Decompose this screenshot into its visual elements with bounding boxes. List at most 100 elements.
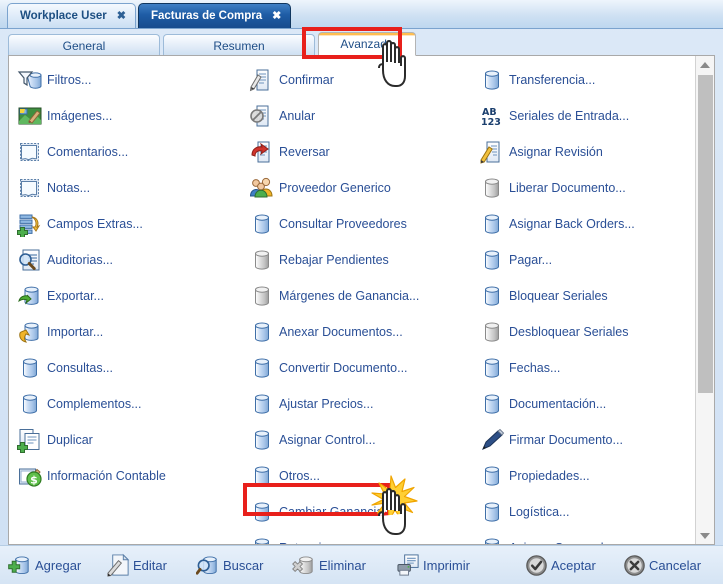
window-tab-facturas-de-compra[interactable]: Facturas de Compra ✖ [137, 3, 292, 28]
annul-doc-icon [249, 103, 275, 129]
scroll-down-arrow-icon[interactable] [696, 527, 714, 544]
scroll-up-arrow-icon[interactable] [696, 56, 714, 73]
option-item[interactable]: Consultar Proveedores [249, 206, 474, 242]
db-disabled-icon [249, 247, 275, 273]
option-item-label: Asignar Revisión [509, 145, 603, 159]
option-item[interactable]: Importar... [17, 314, 247, 350]
option-item[interactable]: Otros... [249, 458, 474, 494]
db-icon [479, 355, 505, 381]
advanced-options-panel: Filtros... Imágenes... Comentarios... Notas… [8, 55, 715, 545]
option-item[interactable]: Retenciones... [249, 530, 474, 544]
scrollbar-thumb[interactable] [698, 75, 713, 393]
option-item[interactable]: Asignar Back Orders... [479, 206, 694, 242]
tab-label: General [62, 38, 106, 53]
option-item[interactable]: Auditorias... [17, 242, 247, 278]
confirm-doc-icon [249, 67, 275, 93]
toolbar-button-editar[interactable]: Editar [106, 550, 167, 580]
option-item-label: Transferencia... [509, 73, 596, 87]
option-item[interactable]: Reversar [249, 134, 474, 170]
option-item[interactable]: Confirmar [249, 62, 474, 98]
application-window: Workplace User ✖ Facturas de Compra ✖ Ge… [0, 0, 723, 584]
option-item[interactable]: Logística... [479, 494, 694, 530]
option-item[interactable]: Proveedor Generico [249, 170, 474, 206]
window-tab-label: Workplace User [20, 10, 107, 22]
db-icon [479, 391, 505, 417]
option-item-label: Comentarios... [47, 145, 129, 159]
option-item[interactable]: Cambiar Ganancias... [249, 494, 474, 530]
option-item[interactable]: Liberar Documento... [479, 170, 694, 206]
option-item[interactable]: Filtros... [17, 62, 247, 98]
db-disabled-icon [249, 283, 275, 309]
column-1: Filtros... Imágenes... Comentarios... Notas… [17, 62, 247, 494]
toolbar-button-label: Buscar [223, 557, 264, 573]
option-item-label: Notas... [47, 181, 91, 195]
option-item[interactable]: Exportar... [17, 278, 247, 314]
option-item[interactable]: Información Contable [17, 458, 247, 494]
option-item[interactable]: Desbloquear Seriales [479, 314, 694, 350]
option-item[interactable]: Asignar Control... [249, 422, 474, 458]
option-item[interactable]: Anular [249, 98, 474, 134]
option-item[interactable]: Complementos... [17, 386, 247, 422]
option-item[interactable]: Pagar... [479, 242, 694, 278]
note-icon [17, 175, 43, 201]
option-item-label: Bloquear Seriales [509, 289, 608, 303]
db-icon [479, 499, 505, 525]
edit-doc-pencil-icon [479, 139, 505, 165]
option-item[interactable]: Bloquear Seriales [479, 278, 694, 314]
db-icon [249, 463, 275, 489]
pen-icon [479, 427, 505, 453]
option-item[interactable]: Duplicar [17, 422, 247, 458]
option-item[interactable]: Propiedades... [479, 458, 694, 494]
toolbar-button-buscar[interactable]: Buscar [196, 550, 263, 580]
option-item[interactable]: Asignar Sucursal... [479, 530, 694, 544]
tab-resumen[interactable]: Resumen [163, 34, 315, 56]
option-item[interactable]: Ajustar Precios... [249, 386, 474, 422]
option-item[interactable]: Campos Extras... [17, 206, 247, 242]
option-item-label: Consultas... [47, 361, 114, 375]
option-item[interactable]: Convertir Documento... [249, 350, 474, 386]
option-item[interactable]: Anexar Documentos... [249, 314, 474, 350]
option-item-label: Pagar... [509, 253, 553, 267]
option-item[interactable]: Rebajar Pendientes [249, 242, 474, 278]
db-add-icon [8, 553, 33, 578]
toolbar-button-eliminar[interactable]: Eliminar [292, 550, 366, 580]
db-disabled-icon [479, 319, 505, 345]
option-item[interactable]: Seriales de Entrada... [479, 98, 694, 134]
option-item[interactable]: Asignar Revisión [479, 134, 694, 170]
option-item-label: Anexar Documentos... [279, 325, 403, 339]
toolbar-button-label: Cancelar [649, 557, 702, 573]
toolbar-button-label: Aceptar [551, 557, 596, 573]
tab-label: Resumen [213, 38, 265, 53]
option-item[interactable]: Fechas... [479, 350, 694, 386]
toolbar-button-agregar[interactable]: Agregar [8, 550, 81, 580]
option-item[interactable]: Consultas... [17, 350, 247, 386]
option-item[interactable]: Comentarios... [17, 134, 247, 170]
print-icon [396, 553, 421, 578]
option-item-label: Información Contable [47, 469, 166, 483]
close-icon[interactable]: ✖ [272, 10, 281, 22]
option-item-label: Retenciones... [279, 541, 359, 544]
close-icon[interactable]: ✖ [117, 10, 126, 22]
option-item-label: Proveedor Generico [279, 181, 391, 195]
option-item-label: Complementos... [47, 397, 142, 411]
window-tab-workplace-user[interactable]: Workplace User ✖ [7, 3, 136, 28]
toolbar-button-aceptar[interactable]: Aceptar [524, 550, 596, 580]
audit-magnifier-icon [17, 247, 43, 273]
option-item[interactable]: Documentación... [479, 386, 694, 422]
vertical-scrollbar[interactable] [695, 56, 714, 544]
option-item-label: Propiedades... [509, 469, 590, 483]
toolbar-button-imprimir[interactable]: Imprimir [396, 550, 470, 580]
option-item-label: Confirmar [279, 73, 334, 87]
tab-general[interactable]: General [8, 34, 160, 56]
option-item[interactable]: Márgenes de Ganancia... [249, 278, 474, 314]
cancel-x-icon [622, 553, 647, 578]
tab-avanzado[interactable]: Avanzado [318, 32, 416, 56]
window-tab-strip: Workplace User ✖ Facturas de Compra ✖ [0, 0, 723, 29]
db-icon [479, 67, 505, 93]
db-icon [249, 211, 275, 237]
option-item[interactable]: Firmar Documento... [479, 422, 694, 458]
toolbar-button-cancelar[interactable]: Cancelar [622, 550, 701, 580]
option-item[interactable]: Notas... [17, 170, 247, 206]
option-item[interactable]: Imágenes... [17, 98, 247, 134]
option-item[interactable]: Transferencia... [479, 62, 694, 98]
